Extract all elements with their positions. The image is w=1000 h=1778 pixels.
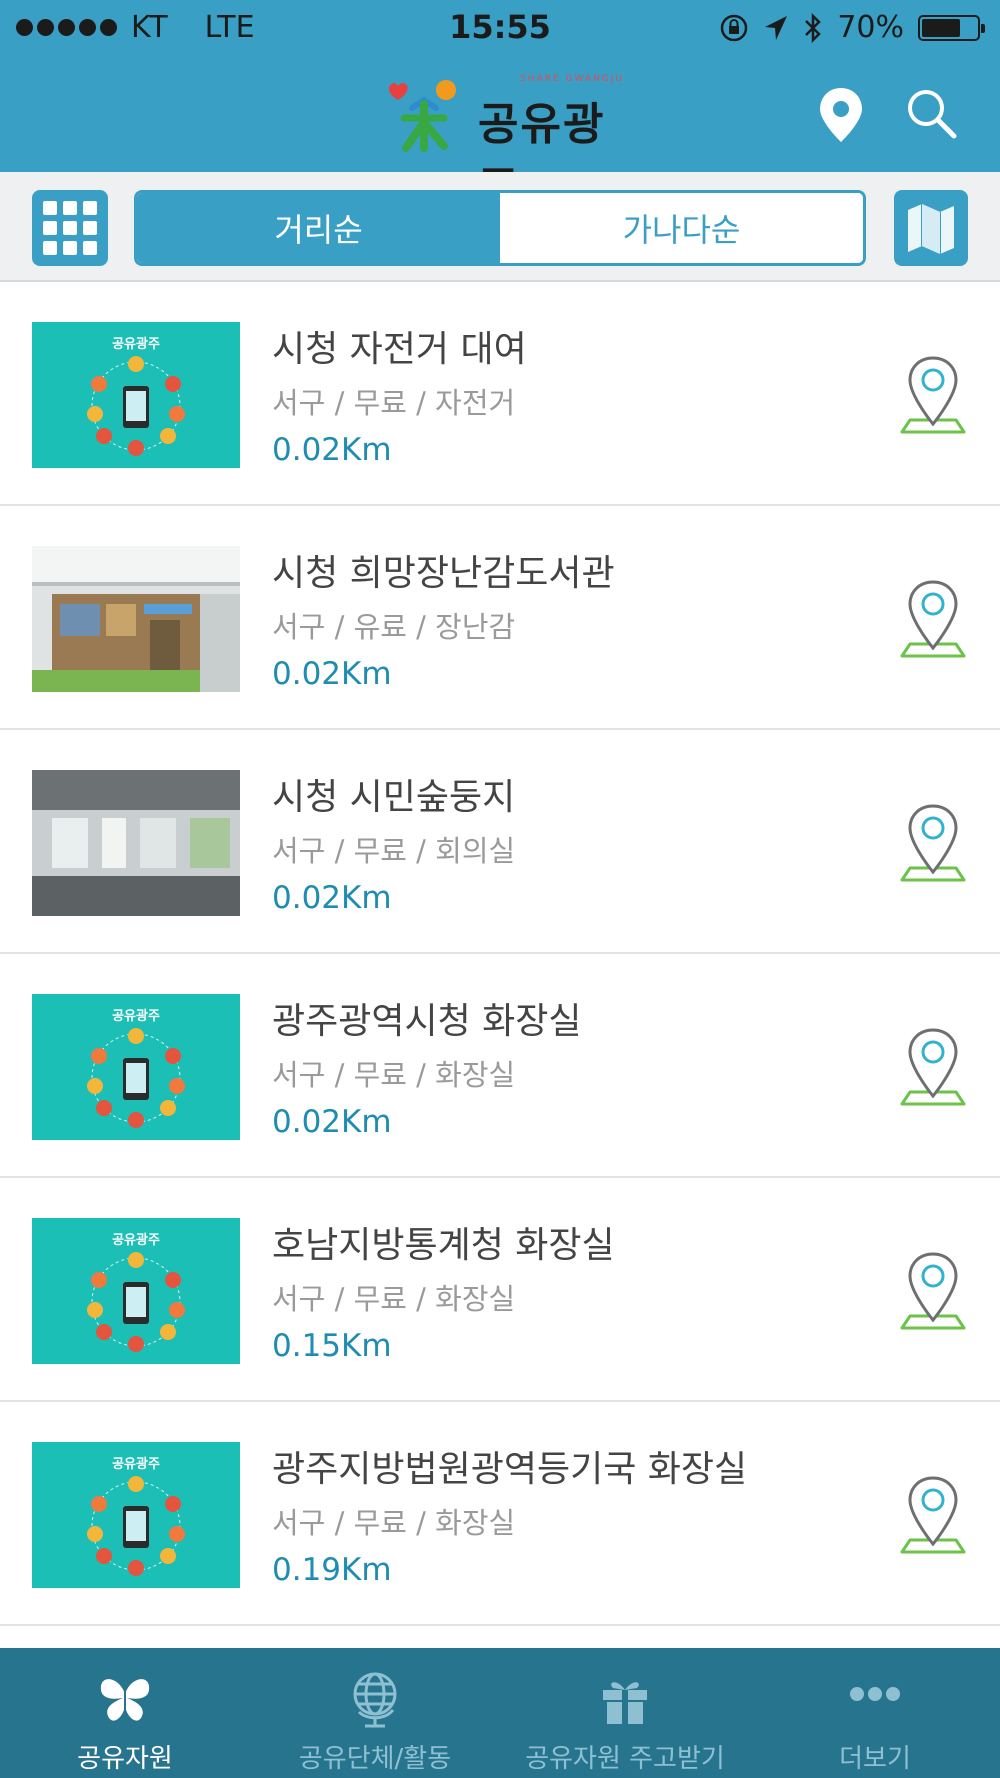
bluetooth-icon [805,12,822,43]
tab-share-exchange[interactable]: 공유자원 주고받기 [500,1648,750,1778]
item-thumbnail [32,546,240,692]
item-title: 시청 자전거 대여 [272,329,527,370]
status-right: 70% [719,10,985,45]
item-thumbnail: 공유광주 [32,994,240,1140]
item-meta: 서구 / 무료 / 화장실 [272,1506,516,1540]
location-pin-icon[interactable] [814,86,868,146]
map-pin-icon[interactable] [898,1250,968,1334]
map-glyph [908,204,954,254]
location-arrow-icon [765,15,788,40]
bottom-tab-bar: 공유자원 공유단체/활동 공유자원 주고받기 더보기 [0,1648,1000,1778]
sort-toolbar: 거리순 가나다순 [0,172,1000,282]
tab-label: 공유자원 [77,1744,173,1774]
logo-mark-icon [388,80,456,152]
item-meta: 서구 / 유료 / 장난감 [272,610,516,644]
tab-label: 공유단체/활동 [298,1744,452,1774]
tab-label: 공유자원 주고받기 [525,1744,725,1774]
svg-text:공유광주: 공유광주 [112,337,160,352]
item-title: 호남지방통계청 화장실 [272,1225,615,1266]
battery-icon [918,14,985,41]
tab-share-resources[interactable]: 공유자원 [0,1648,250,1778]
sort-segmented-control: 거리순 가나다순 [134,190,866,266]
meeting-room-photo [32,770,240,916]
globe-icon [353,1672,397,1728]
item-meta: 서구 / 무료 / 화장실 [272,1058,516,1092]
list-item[interactable]: 공유광주 호남지방통계청 화장실서구 / 무료 / 화장실 0.15Km [0,1178,1000,1402]
share-gwangju-thumbnail-art: 공유광주 [32,322,240,468]
share-gwangju-thumbnail-art: 공유광주 [32,994,240,1140]
tab-label: 더보기 [839,1744,911,1774]
logo-tagline: SHARE GWANGJU [520,74,624,84]
item-thumbnail: 공유광주 [32,1442,240,1588]
item-thumbnail: 공유광주 [32,322,240,468]
more-dots-icon [850,1687,900,1701]
svg-text:공유광주: 공유광주 [112,1009,160,1024]
list-item[interactable]: 공유광주 광주지방법원광역등기국 화장실서구 / 무료 / 화장실 0.19Km [0,1402,1000,1626]
item-thumbnail: 공유광주 [32,1218,240,1364]
map-pin-icon[interactable] [898,354,968,438]
butterfly-icon [100,1679,150,1721]
sort-by-distance-tab[interactable]: 거리순 [137,193,500,263]
item-distance: 0.15Km [272,1328,392,1364]
list-item[interactable]: 시청 시민숲둥지서구 / 무료 / 회의실 0.02Km [0,730,1000,954]
list-item[interactable]: 공유광주 광주광역시청 화장실서구 / 무료 / 화장실 0.02Km [0,954,1000,1178]
item-meta: 서구 / 무료 / 자전거 [272,386,516,420]
item-distance: 0.02Km [272,1104,392,1140]
map-pin-icon[interactable] [898,1474,968,1558]
status-bar: KT LTE 15:55 70% [0,0,1000,54]
gift-icon [603,1682,647,1724]
app-header: 공유광주 SHARE GWANGJU [0,54,1000,214]
item-meta: 서구 / 무료 / 회의실 [272,834,516,868]
list-item[interactable]: 공유광주 시청 자전거 대여서구 / 무료 / 자전거 0.02Km [0,282,1000,506]
map-icon[interactable] [894,190,968,266]
item-title: 광주광역시청 화장실 [272,1001,582,1042]
item-distance: 0.19Km [272,1552,392,1588]
tab-more[interactable]: 더보기 [750,1648,1000,1778]
item-thumbnail [32,770,240,916]
item-distance: 0.02Km [272,880,392,916]
share-gwangju-thumbnail-art: 공유광주 [32,1218,240,1364]
item-title: 시청 시민숲둥지 [272,777,516,818]
search-icon[interactable] [904,86,960,142]
app-logo: 공유광주 SHARE GWANGJU [384,70,624,214]
item-meta: 서구 / 무료 / 화장실 [272,1282,516,1316]
orientation-lock-icon [721,14,748,41]
item-title: 광주지방법원광역등기국 화장실 [272,1449,748,1490]
map-pin-icon[interactable] [898,1026,968,1110]
svg-text:공유광주: 공유광주 [112,1457,160,1472]
toy-library-photo [32,546,240,692]
item-distance: 0.02Km [272,656,392,692]
svg-text:공유광주: 공유광주 [112,1233,160,1248]
list-item[interactable]: 시청 희망장난감도서관서구 / 유료 / 장난감 0.02Km [0,506,1000,730]
tab-share-groups[interactable]: 공유단체/활동 [250,1648,500,1778]
map-pin-icon[interactable] [898,802,968,886]
item-title: 시청 희망장난감도서관 [272,553,615,594]
resource-list: 공유광주 시청 자전거 대여 서구 / 무료 / 자전거 0.02Km 시청 희… [0,282,1000,1626]
battery-percent: 70% [837,10,904,45]
share-gwangju-thumbnail-art: 공유광주 [32,1442,240,1588]
item-distance: 0.02Km [272,432,392,468]
grid-menu-icon[interactable] [32,190,108,266]
map-pin-icon[interactable] [898,578,968,662]
sort-by-alphabet-tab[interactable]: 가나다순 [500,193,863,263]
